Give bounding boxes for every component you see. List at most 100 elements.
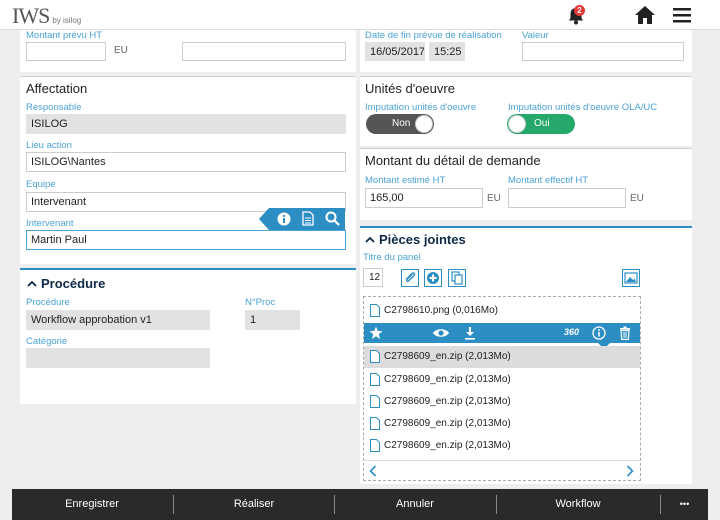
responsable-field: ISILOG: [26, 114, 346, 134]
attachment-row[interactable]: C2798609_en.zip (2,013Mo): [364, 413, 640, 435]
intervenant-actions-bar: [259, 208, 345, 230]
montant-prevu-extra-field[interactable]: [182, 42, 346, 61]
app-logo[interactable]: IWS by isilog: [12, 2, 81, 28]
lieu-action-label: Lieu action: [26, 140, 72, 151]
categorie-label: Catégorie: [26, 336, 68, 347]
logo-sub: by isilog: [52, 16, 82, 25]
pieces-collapse-chevron-icon[interactable]: [365, 235, 375, 245]
lieu-action-field[interactable]: ISILOG\Nantes: [26, 152, 346, 172]
montant-detail-top-divider: [360, 148, 692, 149]
logo-main: IWS: [12, 3, 50, 28]
attachment-row[interactable]: C2798609_en.zip (2,013Mo): [364, 369, 640, 391]
panel-procedure: Procédure Procédure Workflow approbation…: [20, 268, 356, 404]
date-fin-date-field[interactable]: 16/05/2017: [365, 42, 425, 61]
attachment-actions-toolbar: 360: [364, 323, 640, 349]
pieces-top-divider: [360, 226, 692, 228]
montant-estime-label: Montant estimé HT: [365, 175, 446, 186]
attachment-row-selected[interactable]: C2798609_en.zip (2,013Mo): [364, 346, 640, 368]
image-icon[interactable]: [622, 269, 640, 287]
file-icon: [370, 304, 380, 317]
info-icon[interactable]: [277, 212, 291, 226]
attachment-name: C2798609_en.zip (2,013Mo): [384, 351, 511, 362]
more-options-button[interactable]: •••: [661, 489, 708, 520]
intervenant-label: Intervenant: [26, 218, 74, 229]
montant-detail-title: Montant du détail de demande: [365, 153, 541, 168]
notification-count-badge: 2: [574, 5, 585, 16]
document-icon[interactable]: [302, 211, 314, 226]
menu-icon[interactable]: [673, 7, 691, 23]
attachment-name: C2798609_en.zip (2,013Mo): [384, 396, 511, 407]
montant-estime-unit: EU: [487, 193, 501, 204]
imputation-toggle-label: Non: [392, 118, 411, 129]
imputation-label: Imputation unités d'oeuvre: [365, 102, 477, 113]
equipe-label: Equipe: [26, 179, 56, 190]
file-icon: [370, 417, 380, 430]
imputation-ola-label: Imputation unités d'oeuvre OLA/UC: [508, 102, 658, 113]
valeur-field[interactable]: [522, 42, 684, 61]
panel-affectation: Affectation Responsable ISILOG Lieu acti…: [20, 76, 356, 264]
attach-icon[interactable]: [401, 269, 419, 287]
categorie-field: [26, 348, 210, 368]
montant-effectif-field[interactable]: [508, 188, 626, 208]
imputation-toggle[interactable]: Non: [366, 114, 434, 134]
pieces-count-field: 12: [363, 268, 383, 287]
save-button[interactable]: Enregistrer: [12, 489, 172, 520]
panel-montant-prevu: Montant prévu HT EU: [20, 30, 356, 72]
panel-montant-detail: Montant du détail de demande Montant est…: [360, 148, 692, 220]
eye-icon[interactable]: [432, 327, 450, 339]
search-icon[interactable]: [325, 211, 340, 226]
bottom-action-bar: Enregistrer Réaliser Annuler Workflow ••…: [12, 489, 708, 520]
imputation-toggle-knob: [415, 115, 433, 133]
view-360-icon[interactable]: 360: [564, 327, 579, 337]
add-icon[interactable]: [424, 269, 442, 287]
star-icon[interactable]: [369, 326, 383, 340]
procedure-title: Procédure: [41, 276, 106, 291]
pieces-title: Pièces jointes: [379, 232, 466, 247]
panel-unites-oeuvre: Unités d'oeuvre Imputation unités d'oeuv…: [360, 76, 692, 146]
procedure-top-divider: [20, 268, 356, 270]
imputation-ola-toggle-knob: [508, 115, 526, 133]
download-icon[interactable]: [464, 326, 476, 340]
attachment-row[interactable]: C2798609_en.zip (2,013Mo): [364, 391, 640, 413]
affectation-title: Affectation: [26, 81, 88, 96]
top-bar: IWS by isilog 2: [0, 0, 720, 30]
attachment-name: C2798610.png (0,016Mo): [384, 305, 498, 316]
file-icon: [370, 350, 380, 363]
scroll-right-chevron-icon[interactable]: [626, 465, 634, 477]
montant-estime-field[interactable]: 165,00: [365, 188, 483, 208]
unites-top-divider: [360, 76, 692, 77]
montant-prevu-unit: EU: [114, 45, 128, 56]
imputation-ola-toggle[interactable]: Oui: [507, 114, 575, 134]
intervenant-field[interactable]: Martin Paul: [26, 230, 346, 250]
responsable-label: Responsable: [26, 102, 82, 113]
file-icon: [370, 373, 380, 386]
attachment-row[interactable]: C2798609_en.zip (2,013Mo): [364, 435, 640, 457]
montant-prevu-input[interactable]: [26, 42, 106, 61]
procedure-collapse-chevron-icon[interactable]: [27, 279, 37, 289]
copy-icon[interactable]: [448, 269, 466, 287]
attachments-list: C2798610.png (0,016Mo) 360 C2798609_en.z…: [363, 296, 641, 481]
cancel-button[interactable]: Annuler: [335, 489, 495, 520]
trash-icon[interactable]: [619, 326, 631, 340]
attachment-name: C2798609_en.zip (2,013Mo): [384, 440, 511, 451]
procedure-label: Procédure: [26, 297, 70, 308]
nproc-label: N°Proc: [245, 297, 276, 308]
imputation-ola-toggle-label: Oui: [534, 118, 550, 129]
realiser-button[interactable]: Réaliser: [174, 489, 334, 520]
file-icon: [370, 439, 380, 452]
titre-panel-label: Titre du panel: [363, 252, 421, 263]
montant-effectif-unit: EU: [630, 193, 644, 204]
attachment-row[interactable]: C2798610.png (0,016Mo): [364, 300, 640, 322]
home-icon[interactable]: [634, 5, 656, 25]
attachment-name: C2798609_en.zip (2,013Mo): [384, 374, 511, 385]
workflow-button[interactable]: Workflow: [497, 489, 659, 520]
date-fin-time-field[interactable]: 15:25: [429, 42, 465, 61]
nproc-field: 1: [245, 310, 300, 330]
attachments-scroll-bar: [364, 460, 640, 480]
montant-effectif-label: Montant effectif HT: [508, 175, 589, 186]
montant-prevu-label: Montant prévu HT: [26, 30, 103, 41]
file-icon: [370, 395, 380, 408]
scroll-left-chevron-icon[interactable]: [369, 465, 377, 477]
info-icon[interactable]: [592, 326, 606, 340]
procedure-field: Workflow approbation v1: [26, 310, 210, 330]
